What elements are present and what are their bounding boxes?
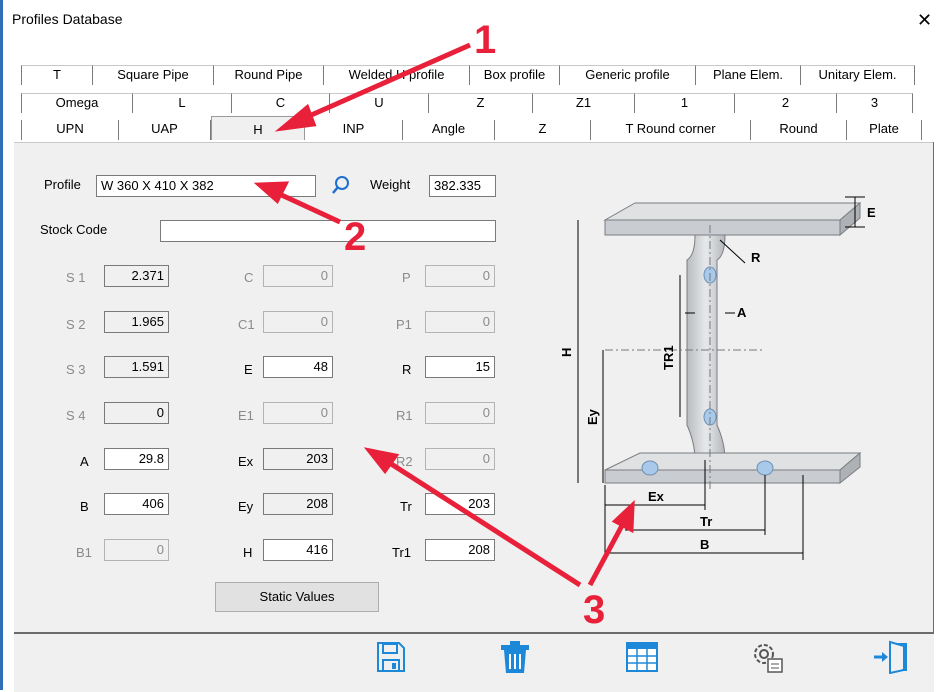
bottom-toolbar <box>14 632 934 692</box>
trash-icon[interactable] <box>500 640 530 674</box>
table-icon[interactable] <box>626 642 658 672</box>
callout-arrows <box>253 42 635 671</box>
callout-3: 3 <box>583 588 606 632</box>
settings-icon[interactable] <box>750 640 784 674</box>
callout-1: 1 <box>474 18 497 62</box>
callout-2: 2 <box>344 215 367 259</box>
save-icon[interactable] <box>376 641 406 673</box>
exit-door-icon[interactable] <box>872 640 908 674</box>
